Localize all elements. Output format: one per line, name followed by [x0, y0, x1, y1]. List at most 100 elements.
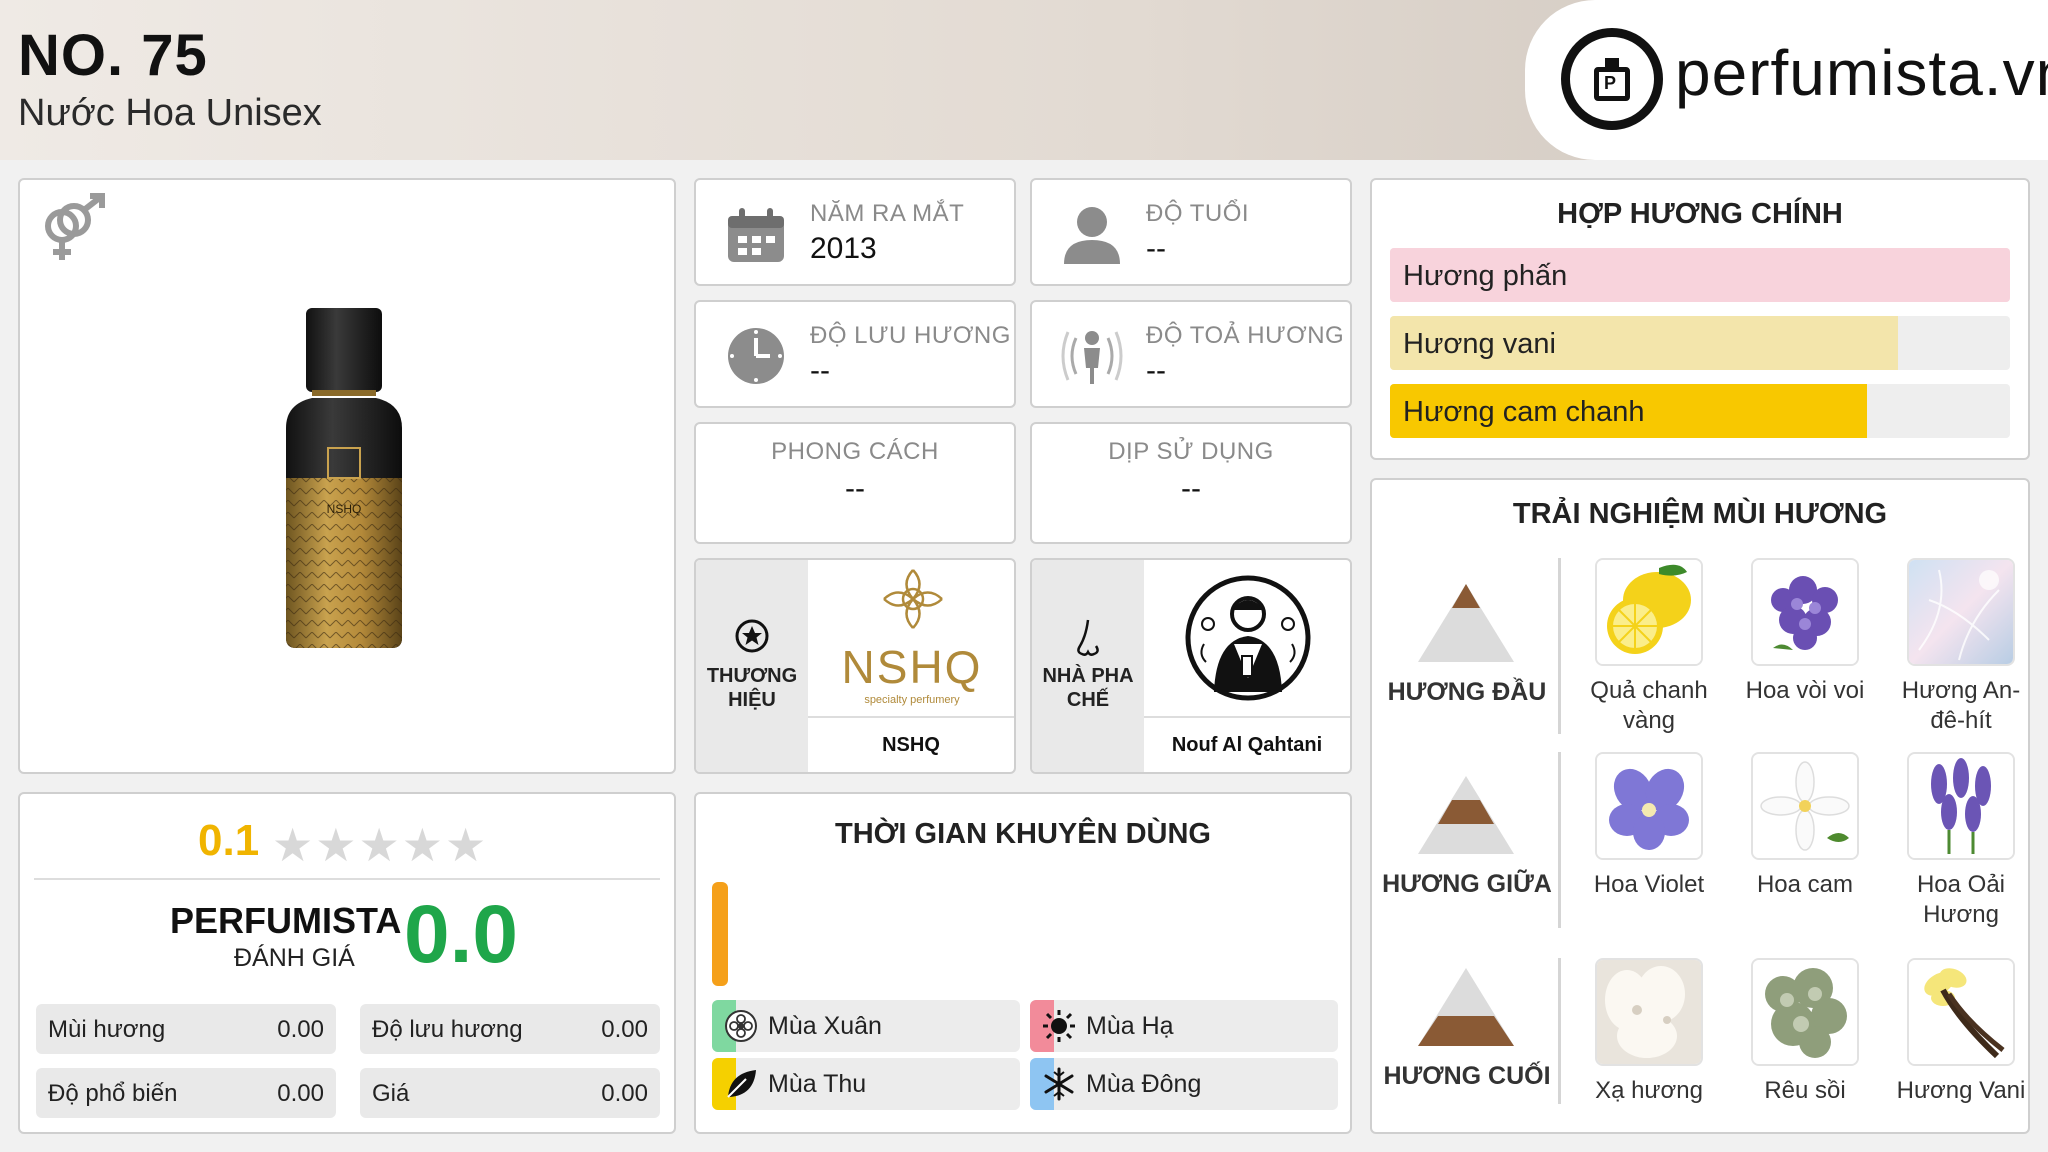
age-card: ĐỘ TUỔI -- [1030, 178, 1352, 286]
accord-bar: Hương cam chanh [1390, 384, 2010, 438]
season-label: Mùa Đông [1086, 1070, 1202, 1098]
main-accords-title: HỢP HƯƠNG CHÍNH [1557, 198, 1843, 230]
brand-side-label: THƯƠNG HIỆU [706, 665, 798, 711]
age-label: ĐỘ TUỔI [1146, 200, 1250, 227]
person-icon [1064, 207, 1120, 264]
product-image-card: NSHQ [18, 178, 676, 774]
star-icon[interactable]: ★ [315, 819, 358, 871]
top-note-label: HƯƠNG ĐẦU [1387, 678, 1547, 706]
leaf-icon [727, 1070, 756, 1098]
site-logo-text: perfumista.vn [1675, 37, 2048, 109]
longevity-label: ĐỘ LƯU HƯƠNG [810, 322, 1011, 349]
user-rating-score: 0.1 [198, 816, 260, 865]
lilac-image [1751, 558, 1859, 666]
note-lilac[interactable]: Hoa vòi voi [1730, 558, 1880, 706]
recommended-time-card: THỜI GIAN KHUYÊN DÙNG Mùa Xuân Mùa Hạ Mù… [694, 792, 1352, 1134]
note-oakmoss[interactable]: Rêu sồi [1730, 958, 1880, 1106]
aldehydes-image [1907, 558, 2015, 666]
flower-icon [725, 1010, 757, 1042]
note-name: Hoa Violet [1593, 871, 1705, 898]
accord-bar: Hương vani [1390, 316, 2010, 370]
sillage-card: ĐỘ TOẢ HƯƠNG -- [1030, 300, 1352, 408]
sillage-person-icon [1061, 331, 1123, 384]
release-year-card: NĂM RA MẮT 2013 [694, 178, 1016, 286]
svg-text:NSHQ: NSHQ [327, 502, 362, 516]
accord-bar: Hương phấn [1390, 248, 2010, 302]
clock-icon [728, 328, 784, 384]
metric-longevity: Độ lưu hương 0.00 [360, 1004, 660, 1054]
note-name: Hoa vòi voi [1745, 677, 1865, 704]
season-label: Mùa Hạ [1086, 1012, 1174, 1040]
brand-card[interactable]: THƯƠNG HIỆU NSHQ specialty perfumery NSHQ [694, 558, 1016, 774]
star-icon[interactable]: ★ [402, 819, 445, 871]
release-year-label: NĂM RA MẮT [810, 200, 965, 227]
middle-note-pyramid-icon [1418, 776, 1514, 854]
nose-icon [1077, 619, 1099, 656]
perfumer-portrait [1185, 575, 1311, 701]
brand-logo-subtext: specialty perfumery [864, 694, 960, 706]
note-violet[interactable]: Hoa Violet [1574, 752, 1724, 900]
note-vanilla[interactable]: Hương Vani [1886, 958, 2036, 1106]
note-name: Xạ hương [1595, 1077, 1703, 1104]
perfume-bottle-logo-icon [1561, 28, 1663, 130]
note-name: Quả chanh vàng [1590, 677, 1708, 734]
perfume-title: NO. 75 [18, 23, 208, 88]
lavender-image [1907, 752, 2015, 860]
top-note-pyramid-icon [1418, 584, 1514, 662]
site-logo[interactable]: perfumista.vn [1525, 0, 2048, 160]
sun-icon [1043, 1010, 1075, 1042]
star-icon[interactable]: ★ [445, 819, 488, 871]
note-name: Hương An-đê-hít [1901, 677, 2021, 734]
note-lemon[interactable]: Quả chanh vàng [1574, 558, 1724, 736]
star-icon[interactable]: ★ [359, 819, 402, 871]
occasion-value: -- [1181, 472, 1201, 505]
scent-notes-card: TRẢI NGHIỆM MÙI HƯƠNG HƯƠNG ĐẦU Quả chan… [1370, 478, 2030, 1134]
perfume-subtitle: Nước Hoa Unisex [18, 92, 322, 134]
occasion-label: DỊP SỬ DỤNG [1108, 438, 1274, 465]
season-spring: Mùa Xuân [712, 1000, 1020, 1052]
brand-name: NSHQ [808, 716, 1014, 772]
floral-ornament-icon [883, 569, 943, 629]
divider [34, 878, 660, 880]
note-name: Hương Vani [1896, 1077, 2026, 1104]
tier-divider [1558, 958, 1561, 1104]
note-musk[interactable]: Xạ hương [1574, 958, 1724, 1106]
season-summer: Mùa Hạ [1030, 1000, 1338, 1052]
oakmoss-image [1751, 958, 1859, 1066]
lemon-image [1595, 558, 1703, 666]
scent-notes-title: TRẢI NGHIỆM MÙI HƯƠNG [1512, 498, 1888, 530]
release-year-value: 2013 [810, 232, 877, 265]
style-card: PHONG CÁCH -- [694, 422, 1016, 544]
style-value: -- [845, 472, 865, 505]
brand-logo: NSHQ specialty perfumery [808, 560, 1014, 716]
perfumer-card[interactable]: NHÀ PHA CHẾ Nouf Al Qahtani [1030, 558, 1352, 774]
metric-scent: Mùi hương 0.00 [36, 1004, 336, 1054]
accord-label: Hương phấn [1403, 260, 1568, 292]
metric-popularity: Độ phổ biến 0.00 [36, 1068, 336, 1118]
violet-image [1595, 752, 1703, 860]
star-icon[interactable]: ★ [272, 819, 315, 871]
tier-divider [1558, 558, 1561, 734]
vanilla-image [1907, 958, 2015, 1066]
season-label: Mùa Xuân [768, 1012, 882, 1040]
recommended-time-title: THỜI GIAN KHUYÊN DÙNG [835, 818, 1211, 850]
note-orange-blossom[interactable]: Hoa cam [1730, 752, 1880, 900]
perfumer-name: Nouf Al Qahtani [1144, 716, 1350, 772]
note-aldehydes[interactable]: Hương An-đê-hít [1886, 558, 2036, 736]
season-label: Mùa Thu [768, 1070, 867, 1098]
perfumista-rating-sublabel: ĐÁNH GIÁ [234, 944, 355, 972]
note-name: Hoa Oải Hương [1916, 871, 2006, 928]
calendar-icon [728, 208, 784, 262]
perfumista-rating-label: PERFUMISTA [170, 900, 402, 941]
note-lavender[interactable]: Hoa Oải Hương [1886, 752, 2036, 930]
note-name: Rêu sồi [1764, 1077, 1846, 1104]
main-accords-card: HỢP HƯƠNG CHÍNH Hương phấn Hương vani Hư… [1370, 178, 2030, 460]
age-value: -- [1146, 232, 1166, 265]
snowflake-icon [1044, 1067, 1074, 1101]
brand-side-panel: THƯƠNG HIỆU [696, 560, 808, 772]
perfumer-side-panel: NHÀ PHA CHẾ [1032, 560, 1144, 772]
note-name: Hoa cam [1756, 871, 1854, 898]
accord-label: Hương vani [1403, 328, 1556, 360]
star-rating[interactable]: ★★★★★ [272, 818, 488, 872]
base-note-pyramid-icon [1418, 968, 1514, 1046]
